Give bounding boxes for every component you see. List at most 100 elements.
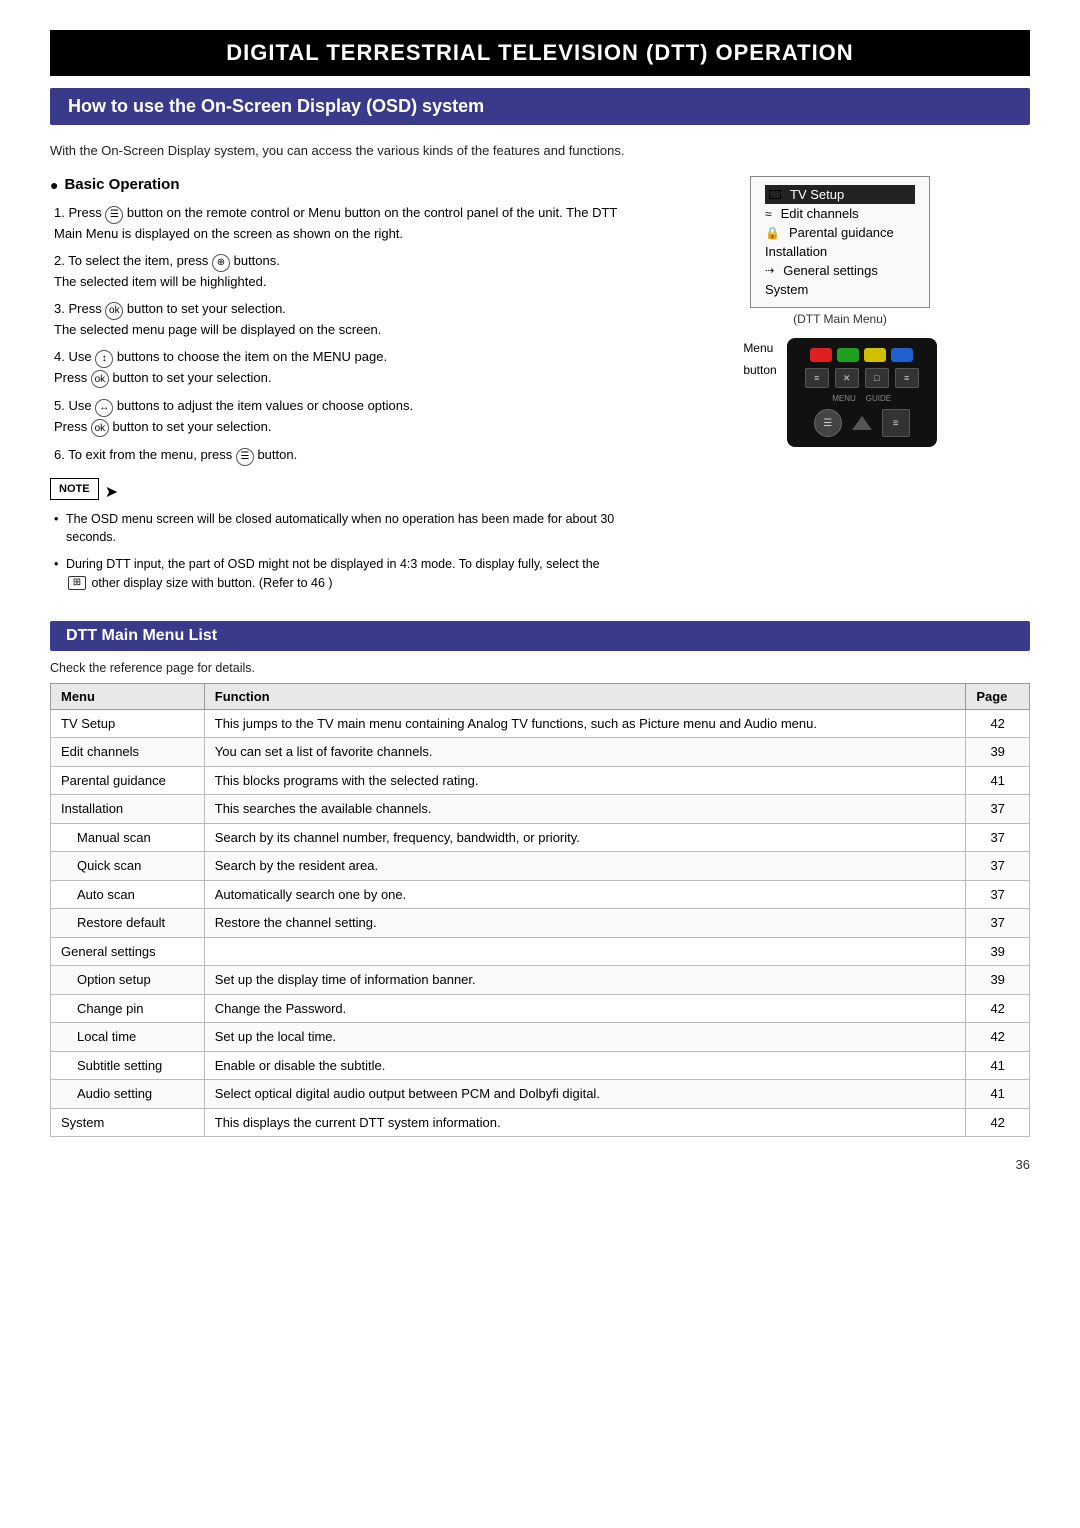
right-column: TV Setup ≈ Edit channels 🔒 Parental guid… (650, 176, 1030, 601)
nav-icon: ⊕ (212, 254, 230, 272)
note-label-row: NOTE ➤ (50, 478, 118, 506)
step-5: 5. Use ↔ buttons to adjust the item valu… (50, 396, 620, 437)
table-cell-function: Set up the local time. (204, 1023, 966, 1052)
table-row: Quick scanSearch by the resident area.37 (51, 852, 1030, 881)
note-label: NOTE (50, 478, 99, 500)
table-cell-menu: Change pin (51, 994, 205, 1023)
table-cell-menu: Edit channels (51, 738, 205, 767)
menu-exit-icon: ☰ (236, 448, 254, 466)
table-cell-function: This blocks programs with the selected r… (204, 766, 966, 795)
col-menu-header: Menu (51, 683, 205, 709)
table-cell-menu: Restore default (51, 909, 205, 938)
table-cell-page: 37 (966, 823, 1030, 852)
yellow-button[interactable] (864, 348, 886, 362)
col-page-header: Page (966, 683, 1030, 709)
osd-menu-label-edit-channels: Edit channels (781, 206, 859, 221)
menu-label: Menu (743, 341, 773, 355)
display-size-icon: ⊞ (68, 576, 86, 590)
table-cell-menu: Parental guidance (51, 766, 205, 795)
wrench-icon: ⇢ (765, 264, 774, 277)
step-6: 6. To exit from the menu, press ☰ button… (50, 445, 620, 466)
table-cell-menu: Installation (51, 795, 205, 824)
note-arrow-icon: ➤ (105, 482, 118, 502)
table-cell-page: 37 (966, 795, 1030, 824)
check-ref-text: Check the reference page for details. (50, 661, 1030, 675)
table-cell-page: 41 (966, 1051, 1030, 1080)
intro-text: With the On-Screen Display system, you c… (50, 143, 1030, 158)
basic-operation-section: Basic Operation 1. Press ☰ button on the… (50, 176, 1030, 601)
table-cell-page: 41 (966, 1080, 1030, 1109)
icon-btn-3[interactable]: □ (865, 368, 889, 388)
table-body: TV SetupThis jumps to the TV main menu c… (51, 709, 1030, 1137)
table-cell-function: Automatically search one by one. (204, 880, 966, 909)
table-row: Parental guidanceThis blocks programs wi… (51, 766, 1030, 795)
osd-caption: (DTT Main Menu) (750, 312, 930, 326)
tv-icon (769, 190, 781, 199)
table-cell-page: 39 (966, 738, 1030, 767)
table-cell-menu: Subtitle setting (51, 1051, 205, 1080)
ok-icon: ok (105, 302, 123, 320)
table-cell-menu: Local time (51, 1023, 205, 1052)
icon-btn-2[interactable]: ✕ (835, 368, 859, 388)
note-item-2: During DTT input, the part of OSD might … (50, 555, 620, 593)
table-row: Subtitle settingEnable or disable the su… (51, 1051, 1030, 1080)
table-row: TV SetupThis jumps to the TV main menu c… (51, 709, 1030, 738)
table-cell-function: Change the Password. (204, 994, 966, 1023)
remote-label-area: Menu button ≡ ✕ □ (743, 338, 936, 447)
table-cell-function: Restore the channel setting. (204, 909, 966, 938)
right-icon-btn[interactable]: ≡ (882, 409, 910, 437)
ok-icon-2: ok (91, 370, 109, 388)
table-cell-page: 42 (966, 1108, 1030, 1137)
icon-btn-1[interactable]: ≡ (805, 368, 829, 388)
osd-menu-item-edit-channels: ≈ Edit channels (765, 204, 915, 223)
table-cell-function (204, 937, 966, 966)
table-cell-function: This searches the available channels. (204, 795, 966, 824)
table-cell-page: 37 (966, 880, 1030, 909)
steps-list: 1. Press ☰ button on the remote control … (50, 203, 620, 466)
left-column: Basic Operation 1. Press ☰ button on the… (50, 176, 620, 601)
basic-operation-heading: Basic Operation (50, 176, 620, 193)
table-cell-menu: Audio setting (51, 1080, 205, 1109)
red-button[interactable] (810, 348, 832, 362)
up-arrow-icon[interactable] (852, 416, 872, 430)
osd-menu-item-tv-setup: TV Setup (765, 185, 915, 204)
lock-icon: 🔒 (765, 226, 780, 240)
osd-menu-item-general: ⇢ General settings (765, 261, 915, 280)
osd-menu-area: TV Setup ≈ Edit channels 🔒 Parental guid… (750, 176, 930, 326)
remote-container: Menu button ≡ ✕ □ (743, 338, 936, 447)
blue-button[interactable] (891, 348, 913, 362)
osd-menu-item-system: System (765, 280, 915, 299)
step-4: 4. Use ↕ buttons to choose the item on t… (50, 347, 620, 388)
menu-circle-button[interactable]: ☰ (814, 409, 842, 437)
icon-btn-4[interactable]: ≡ (895, 368, 919, 388)
col-function-header: Function (204, 683, 966, 709)
table-cell-menu: Option setup (51, 966, 205, 995)
osd-menu-label-general: General settings (783, 263, 878, 278)
remote-control: ≡ ✕ □ ≡ MENU GUIDE ☰ (787, 338, 937, 447)
step-2: 2. To select the item, press ⊕ buttons. … (50, 251, 620, 291)
note-item-1: The OSD menu screen will be closed autom… (50, 510, 620, 548)
table-cell-function: Search by the resident area. (204, 852, 966, 881)
osd-menu-item-installation: Installation (765, 242, 915, 261)
main-title: DIGITAL TERRESTRIAL TELEVISION (DTT) OPE… (50, 30, 1030, 76)
green-button[interactable] (837, 348, 859, 362)
table-row: Edit channelsYou can set a list of favor… (51, 738, 1030, 767)
button-label: button (743, 363, 776, 377)
step-1: 1. Press ☰ button on the remote control … (50, 203, 620, 243)
nav-menu-row: ☰ ≡ (814, 409, 910, 437)
table-cell-menu: Quick scan (51, 852, 205, 881)
menu-button-labels: Menu button (743, 338, 776, 381)
table-cell-page: 42 (966, 994, 1030, 1023)
table-cell-page: 42 (966, 1023, 1030, 1052)
menu-text-label: MENU (832, 394, 856, 403)
ok-icon-3: ok (91, 419, 109, 437)
table-row: Restore defaultRestore the channel setti… (51, 909, 1030, 938)
osd-menu-box: TV Setup ≈ Edit channels 🔒 Parental guid… (750, 176, 930, 308)
page-number: 36 (1016, 1157, 1030, 1172)
table-row: Auto scanAutomatically search one by one… (51, 880, 1030, 909)
osd-menu-label-system: System (765, 282, 808, 297)
table-cell-function: Enable or disable the subtitle. (204, 1051, 966, 1080)
table-cell-function: You can set a list of favorite channels. (204, 738, 966, 767)
table-row: InstallationThis searches the available … (51, 795, 1030, 824)
nav-area (852, 416, 872, 430)
